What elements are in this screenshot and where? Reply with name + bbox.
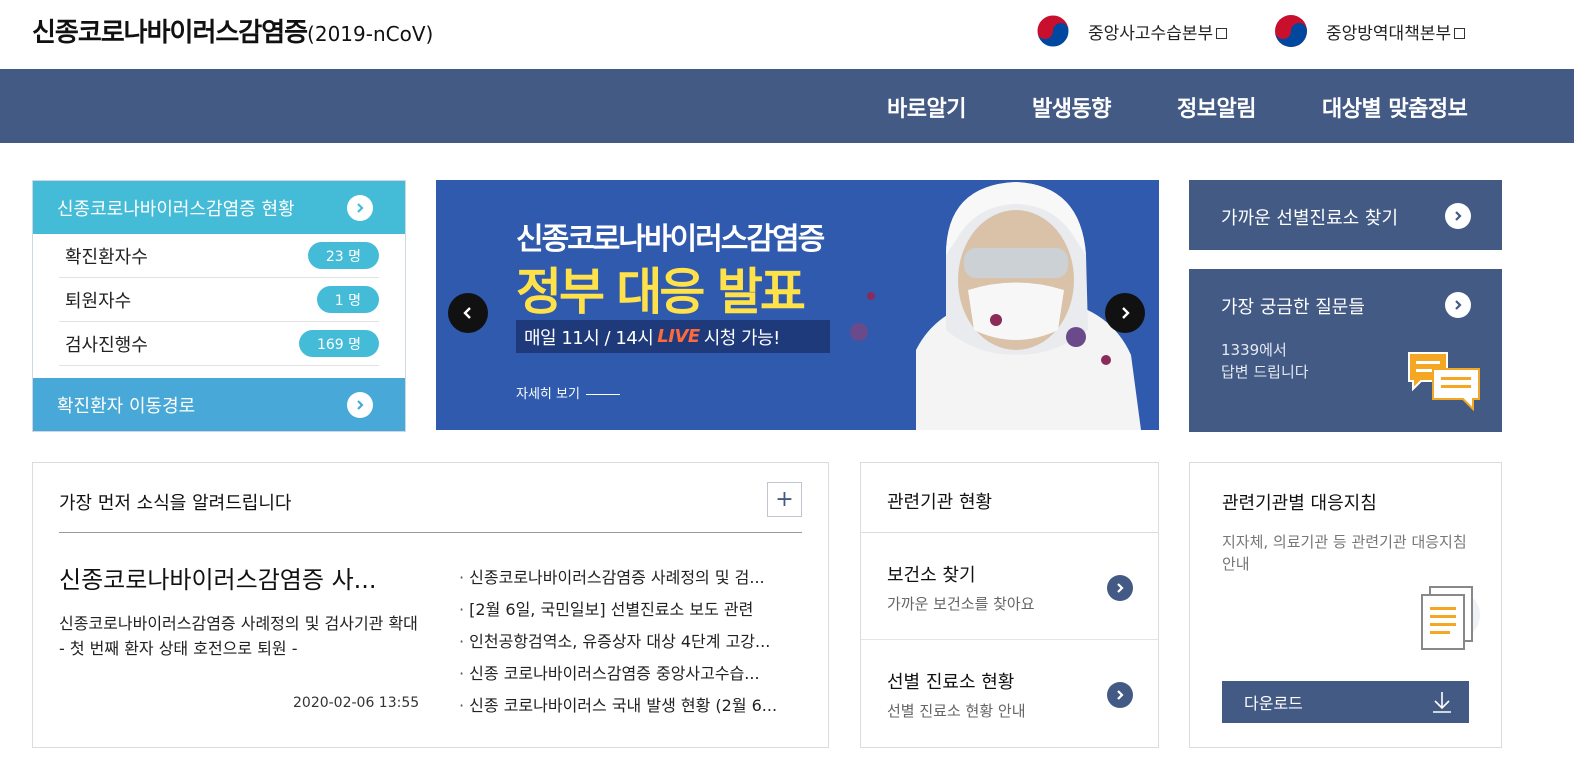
- status-row-testing: 검사진행수 169 명: [59, 322, 379, 366]
- site-title-main: 신종코로나바이러스감염증: [32, 18, 308, 48]
- chevron-right-icon: [347, 195, 373, 221]
- clinic-finder-tile[interactable]: 가까운 선별진료소 찾기: [1189, 180, 1502, 250]
- agency-item-desc: 선별 진료소 현황 안내: [887, 702, 1026, 720]
- download-button[interactable]: 다운로드: [1222, 681, 1469, 723]
- featured-news-body[interactable]: 신종코로나바이러스감염증 사례정의 및 검사기관 확대 - 첫 번째 환자 상태…: [59, 611, 419, 661]
- main-nav: 바로알기 발생동향 정보알림 대상별 맞춤정보: [0, 69, 1574, 143]
- taegeuk-logo-icon: [1275, 15, 1307, 47]
- news-section: 가장 먼저 소식을 알려드립니다 + 신종코로나바이러스감염증 사... 신종코…: [32, 462, 829, 748]
- news-list: 신종코로나바이러스감염증 사례정의 및 검... [2월 6일, 국민일보] 선…: [459, 564, 805, 724]
- chat-bubbles-icon: [1408, 352, 1480, 412]
- screening-clinic-status[interactable]: 선별 진료소 현황 선별 진료소 현황 안내: [861, 640, 1158, 747]
- agency-item-desc: 가까운 보건소를 찾아요: [887, 595, 1035, 613]
- download-icon: [1433, 692, 1451, 713]
- featured-news-title[interactable]: 신종코로나바이러스감염증 사...: [59, 560, 377, 595]
- agency-label: 중앙방역대책본부: [1326, 23, 1452, 44]
- banner-schedule: 매일 11시 / 14시 LIVE 시청 가능!: [516, 320, 830, 353]
- virus-decoration-icon: [850, 292, 1111, 365]
- status-card: 신종코로나바이러스감염증 현황 확진환자수 23 명 퇴원자수 1 명 검사진행…: [32, 180, 406, 432]
- agency-label: 중앙사고수습본부: [1088, 23, 1214, 44]
- divider: [59, 532, 802, 533]
- agency-link-cdsch[interactable]: 중앙방역대책본부: [1274, 14, 1466, 48]
- chevron-right-icon: [1445, 292, 1471, 318]
- banner-prev-button[interactable]: [448, 293, 488, 333]
- banner-live-label: LIVE: [657, 326, 700, 347]
- nav-item-targeted-info[interactable]: 대상별 맞춤정보: [1322, 91, 1468, 123]
- news-list-item[interactable]: [2월 6일, 국민일보] 선별진료소 보도 관련: [459, 596, 805, 628]
- site-title[interactable]: 신종코로나바이러스감염증(2019-nCoV): [32, 12, 433, 49]
- chevron-left-icon: [463, 307, 471, 319]
- featured-news-date: 2020-02-06 13:55: [293, 695, 420, 711]
- guidelines-heading: 관련기관별 대응지침: [1222, 493, 1377, 514]
- main-banner[interactable]: 신종코로나바이러스감염증 정부 대응 발표 매일 11시 / 14시 LIVE …: [436, 180, 1159, 430]
- chevron-right-icon: [1122, 307, 1130, 319]
- news-list-item[interactable]: 신종 코로나바이러스감염증 중앙사고수습...: [459, 660, 805, 692]
- nav-item-trends[interactable]: 발생동향: [1032, 91, 1111, 123]
- chevron-right-icon: [1107, 575, 1133, 601]
- related-agencies-heading: 관련기관 현황: [861, 463, 1158, 533]
- external-link-icon: [1216, 28, 1228, 39]
- document-icon: [1421, 586, 1480, 650]
- status-count-badge: 1 명: [316, 286, 379, 313]
- status-label: 확진환자수: [65, 246, 148, 268]
- health-center-finder[interactable]: 보건소 찾기 가까운 보건소를 찾아요: [861, 533, 1158, 640]
- agency-item-title: 선별 진료소 현황: [887, 672, 1015, 693]
- external-link-icon: [1454, 28, 1466, 39]
- chevron-right-icon: [347, 392, 373, 418]
- faq-description: 1339에서 답변 드립니다: [1221, 339, 1309, 383]
- chevron-right-icon: [1445, 203, 1471, 229]
- faq-desc-line: 1339에서: [1221, 341, 1287, 359]
- banner-title: 정부 대응 발표: [516, 263, 806, 321]
- faq-tile[interactable]: 가장 궁금한 질문들 1339에서 답변 드립니다: [1189, 269, 1502, 432]
- banner-next-button[interactable]: [1105, 293, 1145, 333]
- guidelines-description: 지자체, 의료기관 등 관련기관 대응지침 안내: [1222, 533, 1467, 573]
- banner-schedule-time: 매일 11시 / 14시: [524, 327, 654, 349]
- status-label: 퇴원자수: [65, 290, 132, 312]
- status-label: 검사진행수: [65, 334, 148, 356]
- nav-item-about[interactable]: 바로알기: [887, 91, 966, 123]
- site-header: 신종코로나바이러스감염증(2019-nCoV) 중앙사고수습본부 중앙방역대책본…: [0, 0, 1574, 69]
- status-row-confirmed: 확진환자수 23 명: [59, 234, 379, 278]
- news-list-item[interactable]: 인천공항검역소, 유증상자 대상 4단계 고강...: [459, 628, 805, 660]
- news-list-item[interactable]: 신종 코로나바이러스 국내 발생 현황 (2월 6...: [459, 692, 805, 724]
- faq-title: 가장 궁금한 질문들: [1221, 297, 1365, 318]
- arrow-line-icon: [585, 394, 620, 395]
- agency-link-csh[interactable]: 중앙사고수습본부: [1036, 14, 1228, 48]
- news-heading: 가장 먼저 소식을 알려드립니다: [59, 493, 292, 514]
- nav-item-notices[interactable]: 정보알림: [1177, 91, 1256, 123]
- site-title-sub: (2019-nCoV): [307, 22, 434, 46]
- status-count-badge: 23 명: [307, 242, 379, 269]
- banner-schedule-note: 시청 가능!: [703, 327, 781, 349]
- status-count-badge: 169 명: [298, 330, 379, 357]
- patient-route-label: 확진환자 이동경로: [57, 395, 196, 417]
- news-list-item[interactable]: 신종코로나바이러스감염증 사례정의 및 검...: [459, 564, 805, 596]
- news-more-button[interactable]: +: [767, 482, 802, 517]
- related-agencies-section: 관련기관 현황 보건소 찾기 가까운 보건소를 찾아요 선별 진료소 현황 선별…: [860, 462, 1159, 748]
- status-header[interactable]: 신종코로나바이러스감염증 현황: [33, 181, 405, 234]
- status-row-discharged: 퇴원자수 1 명: [59, 278, 379, 322]
- featured-news-line: 신종코로나바이러스감염증 사례정의 및 검사기관 확대: [59, 614, 418, 633]
- banner-more-label: 자세히 보기: [516, 387, 580, 402]
- download-label: 다운로드: [1244, 694, 1303, 713]
- chevron-right-icon: [1107, 682, 1133, 708]
- patient-route-button[interactable]: 확진환자 이동경로: [33, 378, 405, 431]
- taegeuk-logo-icon: [1036, 14, 1070, 48]
- status-title: 신종코로나바이러스감염증 현황: [57, 198, 295, 220]
- agency-item-title: 보건소 찾기: [887, 565, 976, 586]
- banner-more-link[interactable]: 자세히 보기: [516, 383, 620, 402]
- clinic-finder-title: 가까운 선별진료소 찾기: [1221, 208, 1399, 229]
- faq-desc-line: 답변 드립니다: [1221, 363, 1309, 381]
- agency-guidelines-section: 관련기관별 대응지침 지자체, 의료기관 등 관련기관 대응지침 안내 다운로드: [1189, 462, 1502, 748]
- featured-news-line: - 첫 번째 환자 상태 호전으로 퇴원 -: [59, 639, 298, 658]
